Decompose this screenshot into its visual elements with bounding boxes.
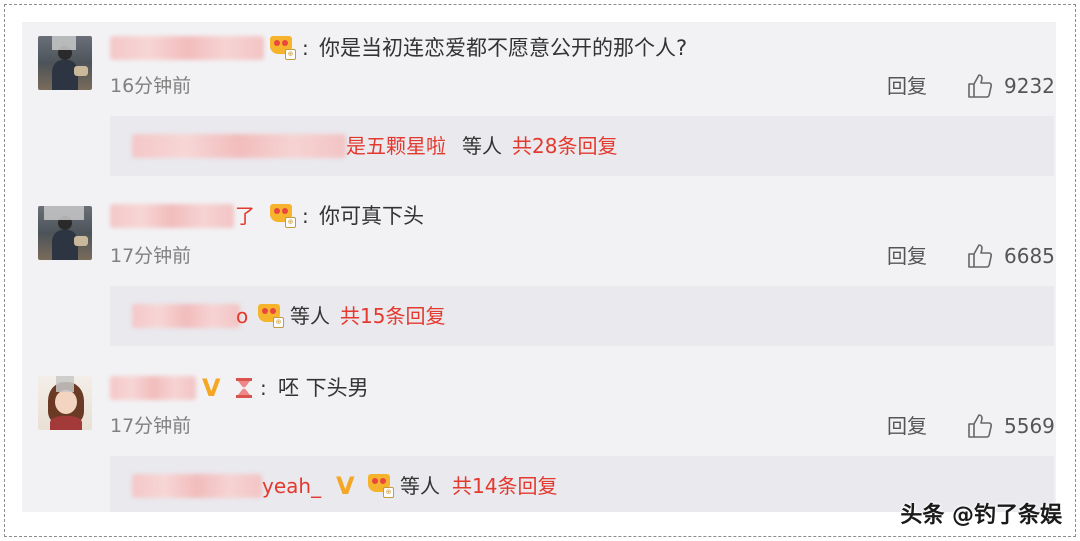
thumbs-up-icon [968, 244, 993, 268]
username-blurred[interactable] [110, 36, 264, 60]
colon: : [302, 204, 309, 228]
reply-button[interactable]: 回复 [887, 74, 927, 98]
comment-time: 16分钟前 [110, 75, 192, 97]
vip-v-icon: V [202, 374, 221, 402]
comment-text: 你可真下头 [319, 204, 424, 228]
like-count: 6685 [1004, 244, 1055, 268]
username-tail[interactable]: 了 [235, 204, 255, 228]
like-count: 5569 [1004, 414, 1055, 438]
crown-badge-icon: ⊕ [366, 472, 394, 498]
avatar[interactable] [38, 206, 92, 260]
reply-username-tail[interactable]: yeah_ [262, 474, 321, 498]
avatar[interactable] [38, 376, 92, 430]
username-blurred[interactable] [110, 204, 234, 228]
crown-badge-icon: ⊕ [268, 202, 296, 228]
reply-count-link[interactable]: 共14条回复 [452, 474, 557, 498]
comment-item: ⊕ : 你是当初连恋爱都不愿意公开的那个人? 16分钟前 回复 9232 是五颗… [22, 22, 1056, 192]
reply-count-link[interactable]: 共28条回复 [512, 134, 617, 158]
reply-preview[interactable]: o ⊕ 等人 共15条回复 [110, 286, 1054, 346]
like-button[interactable]: 9232 [966, 73, 1056, 99]
comment-item: 了 ⊕ : 你可真下头 17分钟前 回复 6685 o ⊕ 等人 共15条回复 [22, 192, 1056, 362]
comment-time: 17分钟前 [110, 415, 192, 437]
reply-username-blurred [132, 304, 240, 328]
thumbs-up-icon [968, 74, 993, 98]
comment-time: 17分钟前 [110, 245, 192, 267]
reply-username-blurred [132, 474, 262, 498]
vip-v-icon: V [336, 472, 355, 500]
comment-text: 呸 下头男 [278, 376, 369, 400]
like-count: 9232 [1004, 74, 1055, 98]
reply-etc-label: 等人 [462, 134, 502, 158]
reply-button[interactable]: 回复 [887, 244, 927, 268]
reply-etc-label: 等人 [290, 304, 330, 328]
hourglass-badge-icon [234, 377, 254, 399]
crown-badge-icon: ⊕ [256, 302, 284, 328]
like-button[interactable]: 5569 [966, 413, 1056, 439]
username-blurred[interactable] [110, 376, 196, 400]
crown-badge-icon: ⊕ [268, 34, 296, 60]
reply-etc-label: 等人 [400, 474, 440, 498]
reply-button[interactable]: 回复 [887, 414, 927, 438]
thumbs-up-icon [968, 414, 993, 438]
avatar[interactable] [38, 36, 92, 90]
like-button[interactable]: 6685 [966, 243, 1056, 269]
reply-username-blurred [132, 134, 346, 158]
reply-count-link[interactable]: 共15条回复 [340, 304, 445, 328]
comment-panel: ⊕ : 你是当初连恋爱都不愿意公开的那个人? 16分钟前 回复 9232 是五颗… [22, 22, 1056, 512]
colon: : [302, 36, 309, 60]
reply-username-tail[interactable]: o [236, 304, 248, 328]
watermark: 头条 @钓了条娱 [900, 503, 1062, 528]
colon: : [260, 376, 267, 400]
reply-preview[interactable]: 是五颗星啦 等人 共28条回复 [110, 116, 1054, 176]
reply-username-tail[interactable]: 是五颗星啦 [346, 134, 446, 158]
comment-text: 你是当初连恋爱都不愿意公开的那个人? [319, 36, 688, 60]
